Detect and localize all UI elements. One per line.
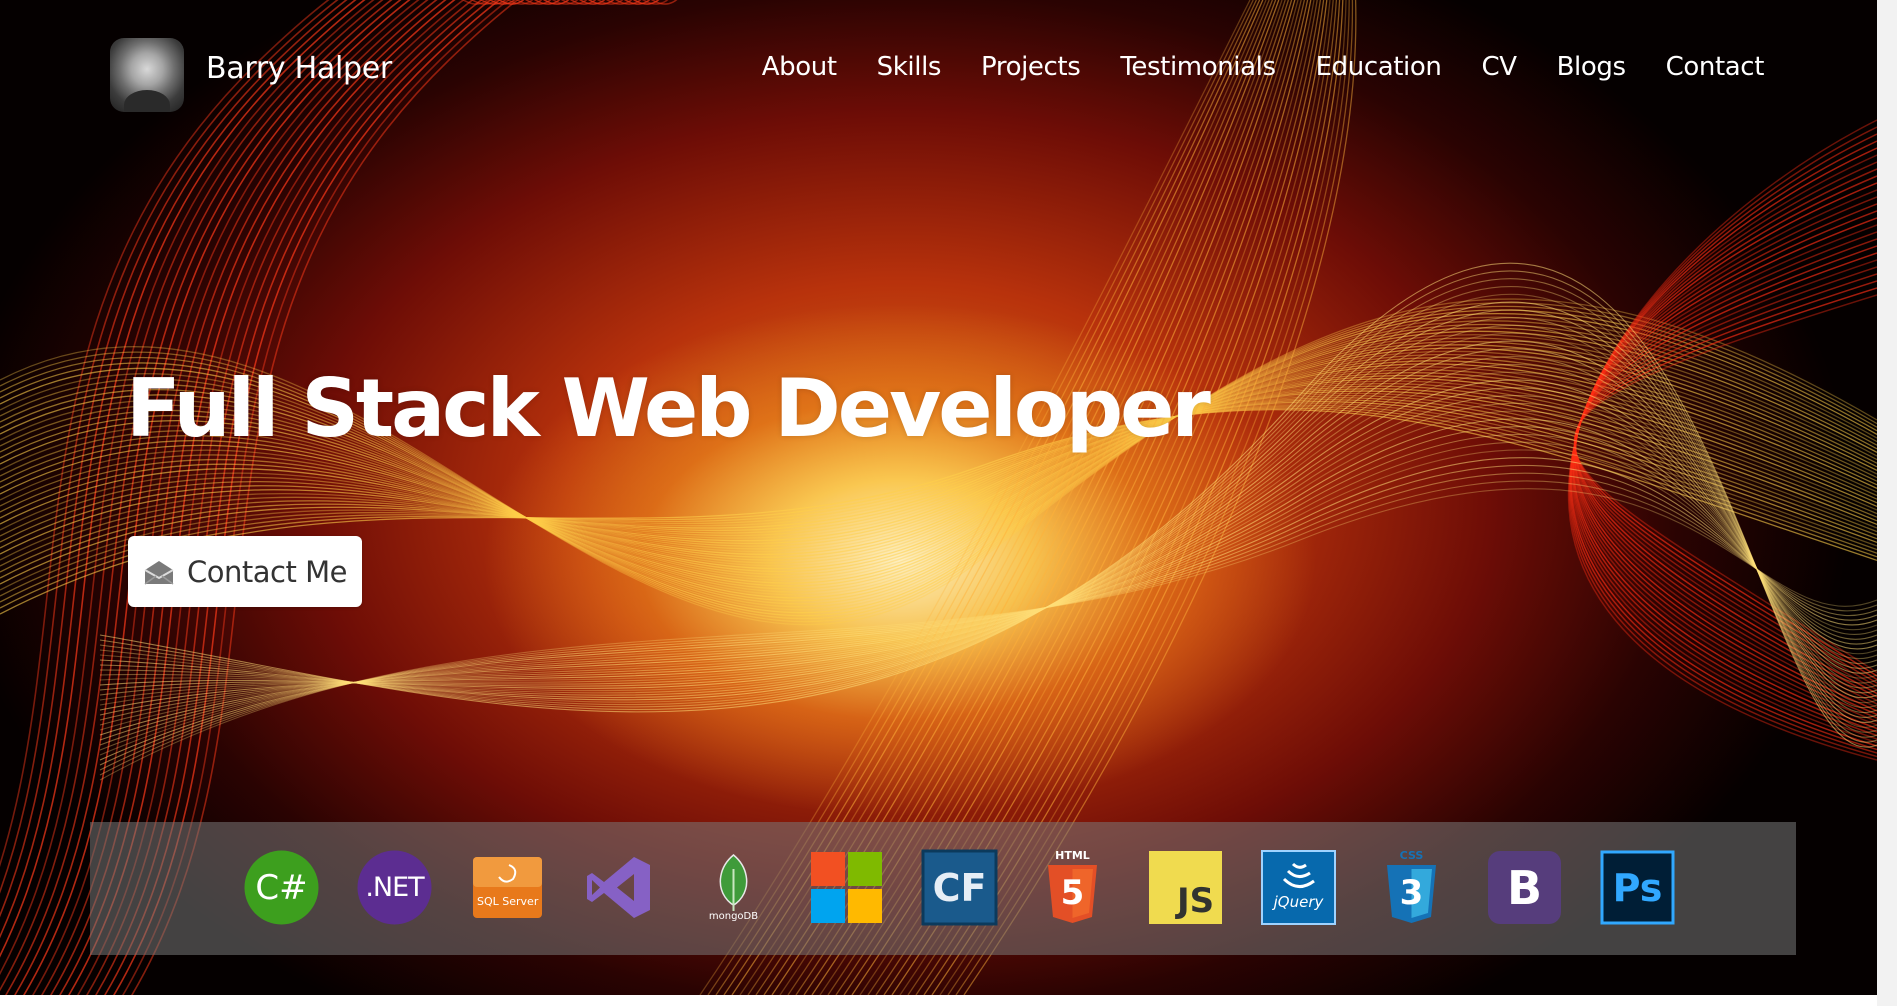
mongodb-logo: mongoDB [695, 849, 772, 926]
microsoft-logo [808, 849, 885, 926]
envelope-open-icon [144, 560, 174, 585]
csharp-text: C# [255, 867, 308, 908]
contact-me-label: Contact Me [187, 554, 347, 589]
coldfusion-text: CF [932, 865, 987, 910]
sql-server-text: SQL Server [477, 895, 539, 908]
brand[interactable]: Barry Halper [110, 38, 392, 112]
css3-logo: CSS 3 [1373, 849, 1450, 926]
photoshop-text: Ps [1612, 865, 1663, 910]
nav-about[interactable]: About [762, 52, 837, 82]
nav-projects[interactable]: Projects [981, 52, 1081, 82]
nav-skills[interactable]: Skills [877, 52, 942, 82]
page-bottom-edge [0, 995, 1877, 1006]
html5-logo: HTML 5 [1034, 849, 1111, 926]
vertical-scrollbar[interactable] [1877, 0, 1897, 1006]
main-nav: About Skills Projects Testimonials Educa… [722, 52, 1765, 82]
jquery-logo: jQuery [1260, 849, 1337, 926]
wave-line [1574, 203, 1877, 719]
nav-contact[interactable]: Contact [1666, 52, 1765, 82]
html5-label: HTML [1055, 849, 1090, 862]
css3-label: CSS [1399, 849, 1424, 862]
nav-blogs[interactable]: Blogs [1557, 52, 1626, 82]
wave-line [99, 433, 1877, 746]
contact-me-button[interactable]: Contact Me [128, 536, 362, 607]
dotnet-text: .NET [365, 872, 424, 903]
dotnet-logo: .NET [356, 849, 433, 926]
hero-section: Barry Halper About Skills Projects Testi… [0, 0, 1877, 995]
visual-studio-logo [582, 849, 659, 926]
csharp-logo: C# [243, 849, 320, 926]
bootstrap-logo: B [1486, 849, 1563, 926]
bootstrap-text: B [1506, 860, 1543, 915]
photoshop-logo: Ps [1599, 849, 1676, 926]
coldfusion-logo: CF [921, 849, 998, 926]
brand-name: Barry Halper [206, 50, 392, 86]
hero-headline: Full Stack Web Developer [126, 362, 1211, 455]
javascript-text: JS [1177, 881, 1215, 921]
avatar [110, 38, 184, 112]
tech-logo-bar: C# .NET SQL Server mongoDB CF HTML 5 JS … [90, 822, 1796, 955]
jquery-text: jQuery [1273, 893, 1324, 911]
sql-server-logo: SQL Server [469, 849, 546, 926]
nav-education[interactable]: Education [1316, 52, 1442, 82]
css3-number: 3 [1399, 873, 1424, 913]
page: Barry Halper About Skills Projects Testi… [0, 0, 1897, 1006]
mongodb-text: mongoDB [708, 911, 759, 922]
nav-cv[interactable]: CV [1481, 52, 1517, 82]
html5-number: 5 [1060, 873, 1085, 913]
javascript-logo: JS [1147, 849, 1224, 926]
nav-testimonials[interactable]: Testimonials [1120, 52, 1276, 82]
